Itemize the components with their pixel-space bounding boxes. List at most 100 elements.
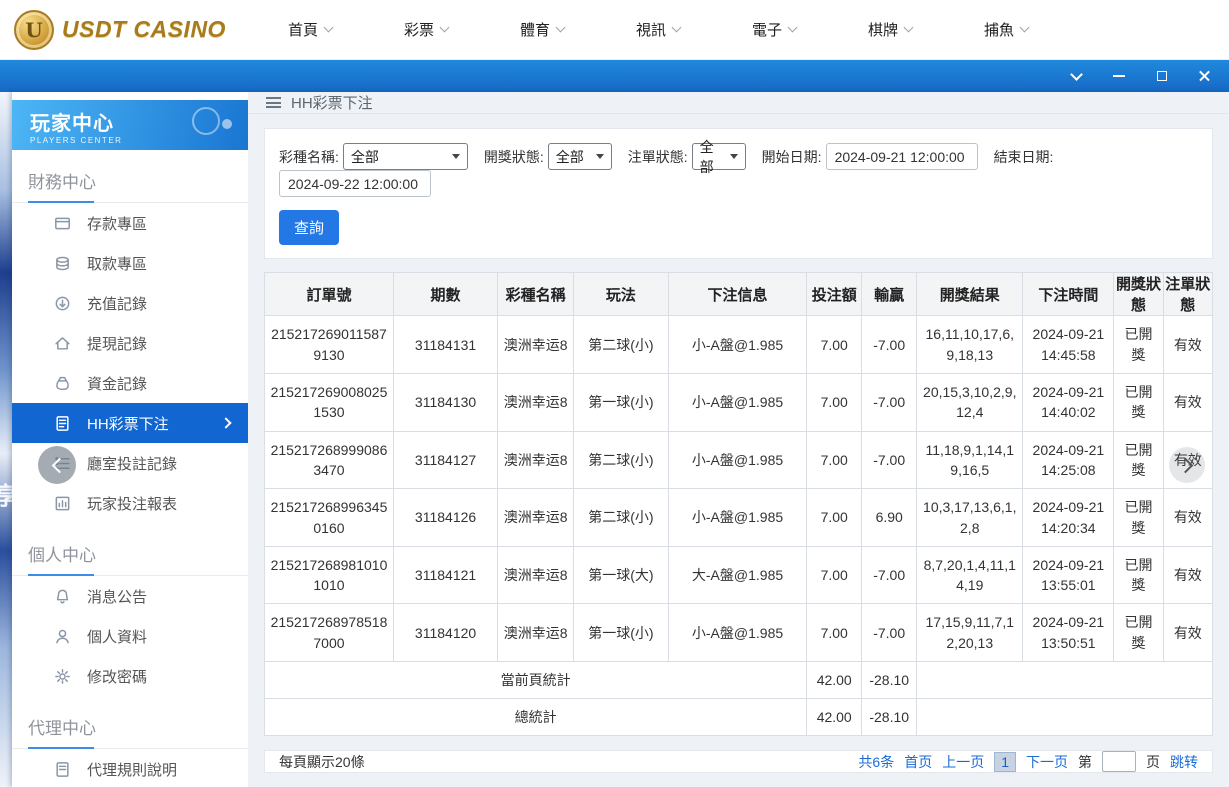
cell-order-id: 2152172690115879130 (264, 315, 394, 375)
window-close-button[interactable] (1197, 68, 1213, 84)
chevron-right-icon (1177, 457, 1193, 473)
bets-table: 訂單號 期數 彩種名稱 玩法 下注信息 投注額 輸贏 開獎結果 下注時間 開獎狀… (263, 272, 1214, 736)
cell-order-status: 有效 (1162, 545, 1214, 605)
cell-bet-info: 小-A盤@1.985 (667, 603, 808, 662)
nav-menu-item[interactable]: 首頁 (288, 19, 334, 40)
page-size-label: 每頁顯示20條 (279, 753, 365, 770)
cell-bet-amount: 7.00 (806, 430, 863, 490)
sidebar-item-label: 取款專區 (87, 255, 148, 273)
sidebar-item-label: 存款專區 (87, 215, 148, 233)
window-maximize-button[interactable] (1154, 68, 1170, 84)
column-header: 開獎狀態 (1113, 272, 1164, 317)
column-header: 注單狀態 (1162, 272, 1214, 317)
search-button[interactable]: 查詢 (279, 210, 340, 246)
pagination-bar: 每頁顯示20條 共6条 首页 上一页 1 下一页 第 页 跳转 (264, 750, 1213, 773)
chevron-down-icon (1069, 67, 1083, 81)
table-body: 2152172690115879130 31184131 澳洲幸运8 第二球(小… (264, 315, 1214, 662)
cell-issue-number: 31184127 (392, 430, 499, 490)
sidebar-item-label: 個人資料 (87, 628, 148, 646)
table-row: 2152172690080251530 31184130 澳洲幸运8 第一球(小… (264, 373, 1214, 432)
sidebar-item-cashout-record[interactable]: 提現記錄 (12, 323, 248, 363)
nav-menu-item[interactable]: 電子 (752, 19, 798, 40)
summary-label: 總統計 (263, 698, 808, 736)
usdt-casino-logo[interactable]: U USDT CASINO (14, 9, 226, 50)
sidebar-item-announcements[interactable]: 消息公告 (12, 576, 248, 616)
hamburger-icon[interactable] (266, 97, 281, 109)
cell-draw-result: 11,18,9,1,14,19,16,5 (916, 430, 1024, 490)
nav-menu-item[interactable]: 棋牌 (868, 19, 914, 40)
start-date-input[interactable] (825, 143, 978, 171)
cell-lottery-name: 澳洲幸运8 (497, 315, 575, 375)
draw-status-select[interactable]: 全部 (547, 143, 612, 171)
gear-icon (54, 668, 71, 685)
cell-bet-info: 小-A盤@1.985 (667, 373, 808, 432)
sidebar-item-funds-record[interactable]: 資金記錄 (12, 363, 248, 403)
deposit-card-icon (54, 215, 71, 232)
sidebar-item-change-password[interactable]: 修改密碼 (12, 656, 248, 696)
page-jump-input[interactable] (1102, 751, 1136, 772)
cell-play-type: 第二球(小) (573, 488, 669, 547)
cell-order-id: 2152172689810101010 (264, 545, 394, 605)
sidebar-item-withdraw[interactable]: 取款專區 (12, 243, 248, 283)
maximize-icon (1157, 71, 1167, 81)
chevron-left-icon (51, 457, 67, 473)
cell-draw-status: 已開獎 (1113, 545, 1164, 605)
carousel-prev-button[interactable] (38, 446, 76, 484)
cell-win-loss: -7.00 (861, 315, 918, 375)
bets-table-card: 訂單號 期數 彩種名稱 玩法 下注信息 投注額 輸贏 開獎結果 下注時間 開獎狀… (263, 272, 1214, 736)
next-page-link[interactable]: 下一页 (1026, 752, 1068, 772)
end-date-input[interactable] (279, 170, 431, 198)
start-date-label: 開始日期: (761, 148, 822, 165)
bank-home-icon (54, 335, 71, 352)
window-collapse-button[interactable] (1068, 67, 1084, 84)
cell-issue-number: 31184130 (392, 373, 499, 432)
cell-play-type: 第一球(小) (573, 603, 669, 662)
first-page-link[interactable]: 首页 (904, 752, 932, 772)
summary-bet-total: 42.00 (806, 698, 863, 736)
jump-suffix-label: 页 (1146, 753, 1160, 770)
lottery-name-select[interactable]: 全部 (342, 143, 468, 171)
nav-menu-item[interactable]: 視訊 (636, 19, 682, 40)
carousel-next-button[interactable] (1169, 447, 1205, 483)
recharge-icon (54, 295, 71, 312)
nav-menu-item[interactable]: 彩票 (403, 19, 450, 40)
column-header: 彩種名稱 (497, 272, 575, 317)
page-title: HH彩票下注 (291, 95, 373, 113)
cell-lottery-name: 澳洲幸运8 (497, 430, 575, 490)
cell-bet-time: 2024-09-21 14:25:08 (1022, 430, 1115, 490)
screen: U USDT CASINO 首頁 彩票 體育 視訊 電子 棋牌 捕魚 玩家中心 … (0, 0, 1229, 787)
window-minimize-button[interactable] (1111, 68, 1127, 84)
table-header-row: 訂單號 期數 彩種名稱 玩法 下注信息 投注額 輸贏 開獎結果 下注時間 開獎狀… (264, 272, 1214, 317)
total-count: 共6条 (858, 753, 895, 770)
filter-panel: 彩種名稱: 全部 開獎狀態: 全部 注單狀態: 全部 開始日期: 2024-09… (264, 128, 1213, 260)
current-page-indicator[interactable]: 1 (994, 751, 1016, 772)
nav-menu-item[interactable]: 體育 (520, 19, 566, 40)
sidebar-item-deposit[interactable]: 存款專區 (12, 203, 248, 243)
cell-draw-result: 8,7,20,1,4,11,14,19 (916, 545, 1024, 605)
sidebar-item-recharge-record[interactable]: 充值記錄 (12, 283, 248, 323)
sidebar-item-player-bet-report[interactable]: 玩家投注報表 (12, 483, 248, 523)
sidebar: 玩家中心 PLAYERS CENTER 財務中心 存款專區 取款專區 充值記錄 … (12, 92, 248, 787)
nav-menu-item[interactable]: 捕魚 (984, 19, 1030, 40)
sidebar-item-profile[interactable]: 個人資料 (12, 616, 248, 656)
cell-order-id: 2152172690080251530 (264, 373, 394, 432)
cell-issue-number: 31184120 (392, 603, 499, 662)
background-banner-strip: 享 (0, 92, 12, 787)
money-bag-icon (54, 375, 71, 392)
sidebar-item-agent-rules[interactable]: 代理規則說明 (12, 749, 248, 787)
order-status-select[interactable]: 全部 (691, 139, 746, 175)
prev-page-link[interactable]: 上一页 (942, 752, 984, 772)
sidebar-item-hh-lottery-bets[interactable]: HH彩票下注 (12, 403, 248, 443)
summary-row-grand-total: 總統計 42.00 -28.10 (263, 698, 1213, 736)
summary-empty (916, 698, 1213, 736)
summary-label: 當前頁統計 (263, 661, 808, 699)
jump-button[interactable]: 跳转 (1170, 752, 1198, 772)
cell-draw-status: 已開獎 (1113, 315, 1164, 375)
cell-draw-result: 17,15,9,11,7,12,20,13 (916, 603, 1024, 662)
column-header: 開獎結果 (916, 272, 1024, 317)
chevron-down-icon (555, 22, 566, 33)
top-navigation: U USDT CASINO 首頁 彩票 體育 視訊 電子 棋牌 捕魚 (0, 0, 1229, 60)
selected-value: 全部 (699, 138, 714, 175)
nav-item-label: 彩票 (403, 22, 434, 39)
document-icon (54, 761, 71, 778)
